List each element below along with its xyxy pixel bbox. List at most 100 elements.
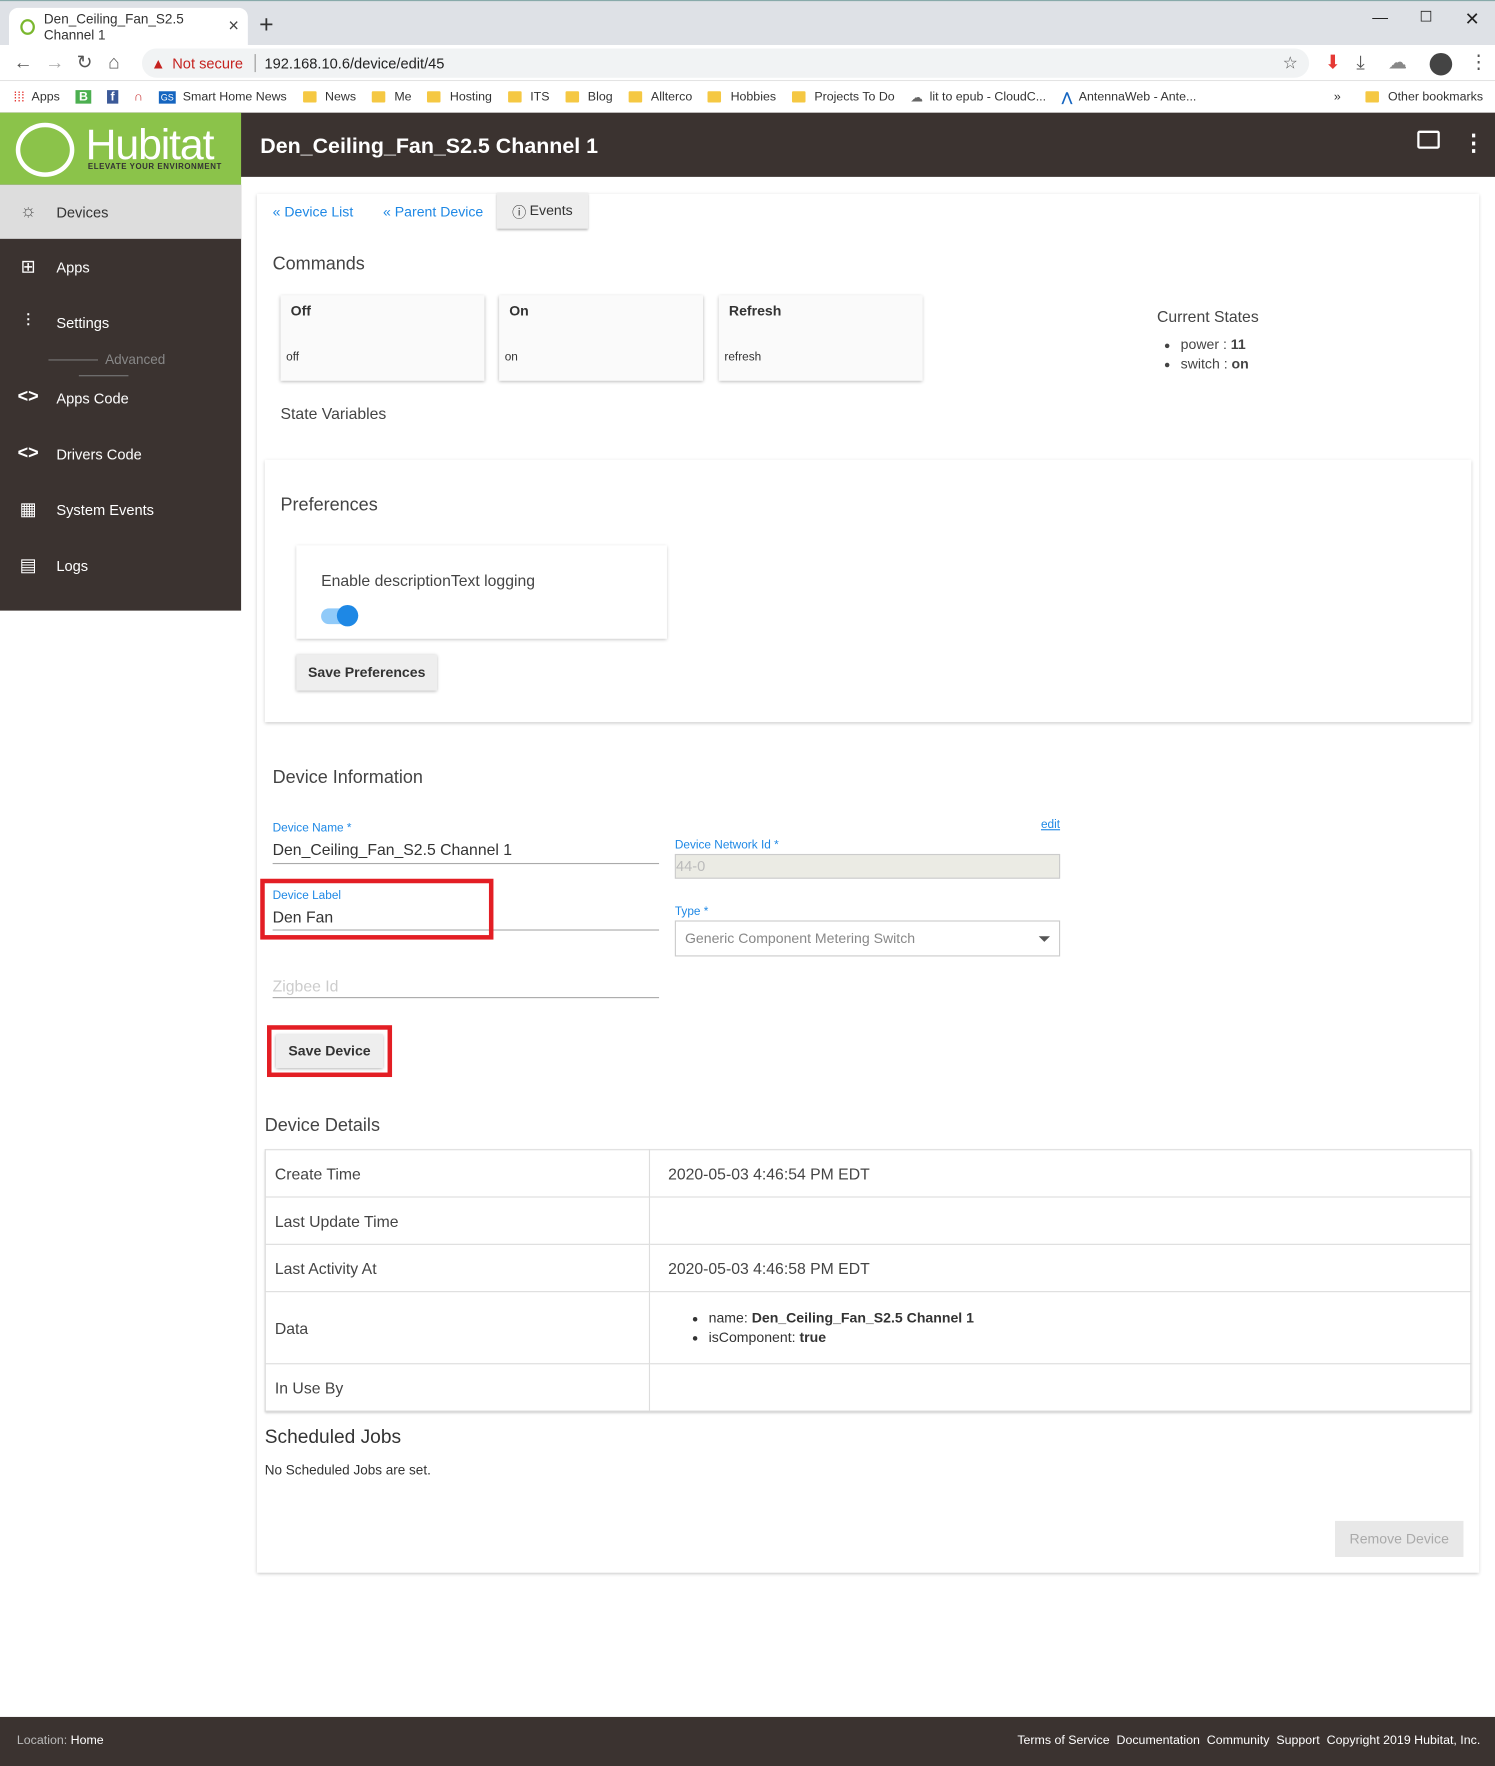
table-row: Create Time 2020-05-03 4:46:54 PM EDT xyxy=(264,1149,1472,1198)
maximize-icon[interactable]: ☐ xyxy=(1420,8,1433,26)
folder-icon xyxy=(302,91,317,103)
browser-menu-icon[interactable]: ⋮ xyxy=(1469,52,1488,75)
bookmark-its[interactable]: ITS xyxy=(507,90,549,104)
minimize-icon[interactable]: — xyxy=(1372,8,1388,26)
bookmark-magnet[interactable]: ∩ xyxy=(134,90,143,104)
command-on-button[interactable]: On on xyxy=(499,295,703,381)
bookmark-allterco[interactable]: Allterco xyxy=(628,90,692,104)
bookmark-other[interactable]: Other bookmarks xyxy=(1365,90,1483,104)
bookmark-b[interactable]: B xyxy=(75,90,92,104)
table-row: Data name: Den_Ceiling_Fan_S2.5 Channel … xyxy=(264,1291,1472,1365)
sidebar: ☼ Devices ⊞ Apps ⫶ Settings Advanced <> Apps… xyxy=(0,184,242,611)
command-refresh-button[interactable]: Refresh refresh xyxy=(718,295,923,381)
browser-tab-bar: Den_Ceiling_Fan_S2.5 Channel 1 × + — ☐ ✕ xyxy=(0,0,1495,47)
sidebar-item-apps[interactable]: ⊞ Apps xyxy=(0,244,241,289)
toggle-knob xyxy=(336,604,359,627)
bookmark-antennaweb[interactable]: ⋀ AntennaWeb - Ante... xyxy=(1061,90,1197,105)
b-icon: B xyxy=(75,90,92,104)
chat-icon[interactable] xyxy=(1417,130,1440,149)
footer: Location: Home Terms of Service Document… xyxy=(0,1716,1495,1766)
sidebar-item-devices[interactable]: ☼ Devices xyxy=(0,189,241,234)
sidebar-item-drivers-code[interactable]: <> Drivers Code xyxy=(0,431,241,476)
profile-avatar[interactable] xyxy=(1429,52,1453,76)
save-preferences-button[interactable]: Save Preferences xyxy=(296,654,438,691)
edit-network-id-link[interactable]: edit xyxy=(1041,818,1060,832)
sidebar-item-apps-code[interactable]: <> Apps Code xyxy=(0,375,241,420)
device-list-link[interactable]: « Device List xyxy=(273,204,354,220)
commands-title: Commands xyxy=(272,254,365,274)
new-tab-icon[interactable]: + xyxy=(259,12,273,37)
device-name-input[interactable]: Den_Ceiling_Fan_S2.5 Channel 1 xyxy=(273,840,512,858)
current-states-list: power : 11 switch : on xyxy=(1181,336,1249,374)
table-row: Last Activity At 2020-05-03 4:46:58 PM ED… xyxy=(264,1243,1472,1293)
url-separator xyxy=(254,54,256,73)
network-id-label: Device Network Id * xyxy=(674,838,779,852)
sidebar-item-system-events[interactable]: ▦ System Events xyxy=(0,487,241,532)
footer-link-docs[interactable]: Documentation xyxy=(1117,1734,1200,1748)
calendar-icon: ▦ xyxy=(19,500,37,520)
sidebar-item-logs[interactable]: ▤ Logs xyxy=(0,543,241,588)
forward-icon[interactable]: → xyxy=(45,52,64,75)
back-icon[interactable]: ← xyxy=(14,52,33,75)
browser-tab[interactable]: Den_Ceiling_Fan_S2.5 Channel 1 × xyxy=(9,7,248,47)
bookmark-star-icon[interactable]: ☆ xyxy=(1283,53,1298,73)
bookmark-smart-home-news[interactable]: GS Smart Home News xyxy=(158,90,287,104)
footer-links: Terms of Service Documentation Community… xyxy=(1017,1734,1480,1748)
url-text[interactable]: 192.168.10.6/device/edit/45 xyxy=(264,55,444,72)
highlight-device-label xyxy=(260,878,494,940)
warning-icon: ▲ xyxy=(150,54,166,72)
antenna-icon: ⋀ xyxy=(1061,90,1072,105)
bookmark-lit-to-epub[interactable]: ☁ lit to epub - CloudC... xyxy=(910,90,1046,104)
command-off-button[interactable]: Off off xyxy=(280,295,485,381)
close-tab-icon[interactable]: × xyxy=(228,17,239,37)
zigbee-id-input[interactable]: Zigbee Id xyxy=(273,977,339,995)
apps-grid-icon: ⁞⁞⁞ xyxy=(13,89,25,105)
remove-device-button[interactable]: Remove Device xyxy=(1335,1520,1464,1557)
url-bar[interactable]: ▲ Not secure 192.168.10.6/device/edit/45… xyxy=(141,48,1310,78)
hubitat-logo[interactable]: Hubitat ELEVATE YOUR ENVIRONMENT xyxy=(0,112,242,185)
footer-link-community[interactable]: Community xyxy=(1207,1734,1270,1748)
page-title: Den_Ceiling_Fan_S2.5 Channel 1 xyxy=(260,135,599,159)
extension-download-icon[interactable]: ⬇ xyxy=(1325,52,1341,75)
device-name-label: Device Name * xyxy=(272,821,352,835)
header-menu-icon[interactable]: ⋮ xyxy=(1462,128,1485,156)
sidebar-item-settings[interactable]: ⫶ Settings xyxy=(0,300,241,345)
folder-icon xyxy=(628,91,642,103)
bookmark-hobbies[interactable]: Hobbies xyxy=(708,90,776,104)
drive-icon[interactable]: ☁ xyxy=(1388,52,1407,75)
events-button[interactable]: ⓘ Events xyxy=(496,192,589,229)
hubitat-favicon-icon xyxy=(20,19,35,35)
bookmark-apps[interactable]: ⁞⁞⁞ Apps xyxy=(14,89,60,105)
code-icon: <> xyxy=(17,387,39,407)
reload-icon[interactable]: ↻ xyxy=(77,52,93,75)
bookmark-hosting[interactable]: Hosting xyxy=(427,90,492,104)
type-select[interactable]: Generic Component Metering Switch xyxy=(674,920,1061,957)
current-states-title: Current States xyxy=(1157,307,1259,326)
logo-tagline: ELEVATE YOUR ENVIRONMENT xyxy=(87,163,222,172)
state-variables-title: State Variables xyxy=(280,404,387,423)
security-warning[interactable]: Not secure xyxy=(172,55,243,72)
more-bookmarks-icon[interactable]: » xyxy=(1334,90,1341,104)
bookmark-facebook[interactable]: f xyxy=(107,90,118,104)
table-row: Last Update Time xyxy=(264,1196,1472,1245)
close-window-icon[interactable]: ✕ xyxy=(1465,8,1480,31)
type-label: Type * xyxy=(674,904,709,919)
preference-label: Enable descriptionText logging xyxy=(321,571,536,590)
description-logging-toggle[interactable] xyxy=(321,604,359,627)
bookmark-me[interactable]: Me xyxy=(371,90,412,104)
footer-link-tos[interactable]: Terms of Service xyxy=(1017,1734,1109,1748)
footer-link-support[interactable]: Support xyxy=(1276,1734,1319,1748)
folder-icon xyxy=(791,91,806,103)
footer-copyright: Copyright 2019 Hubitat, Inc. xyxy=(1326,1733,1481,1748)
downloads-icon[interactable]: ⤓ xyxy=(1356,52,1364,75)
parent-device-link[interactable]: « Parent Device xyxy=(383,204,483,220)
bookmark-blog[interactable]: Blog xyxy=(565,90,613,104)
info-icon: ⓘ xyxy=(512,204,527,221)
bookmark-news[interactable]: News xyxy=(302,90,356,104)
bookmark-projects[interactable]: Projects To Do xyxy=(791,90,895,104)
folder-icon xyxy=(427,91,441,103)
chevron-down-icon xyxy=(1038,935,1050,942)
device-details-table: Create Time 2020-05-03 4:46:54 PM EDT Las… xyxy=(264,1149,1472,1412)
device-name-underline xyxy=(272,862,660,865)
home-icon[interactable]: ⌂ xyxy=(108,52,120,75)
